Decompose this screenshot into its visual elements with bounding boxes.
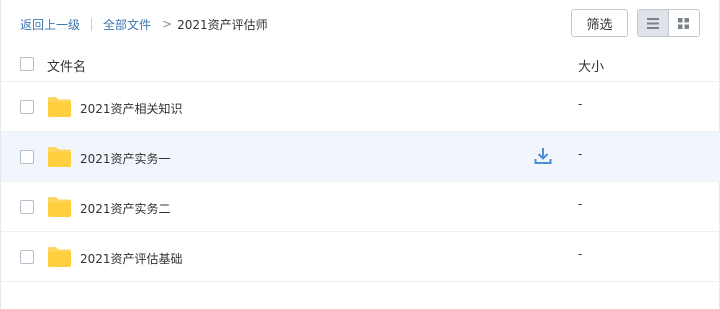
row-checkbox[interactable]: [20, 100, 34, 114]
back-link[interactable]: 返回上一级: [20, 16, 80, 33]
row-checkbox[interactable]: [20, 150, 34, 164]
column-header-name[interactable]: 文件名: [47, 56, 86, 75]
folder-icon: [48, 147, 71, 167]
folder-icon: [48, 197, 71, 217]
top-toolbar: 返回上一级 全部文件 > 2021资产评估师 筛选: [1, 0, 720, 48]
row-checkbox[interactable]: [20, 250, 34, 264]
breadcrumb-divider: [91, 17, 93, 31]
file-size: -: [578, 147, 583, 161]
file-name[interactable]: 2021资产实务一: [80, 150, 171, 167]
filter-button[interactable]: 筛选: [571, 9, 628, 37]
file-name[interactable]: 2021资产实务二: [80, 200, 171, 217]
grid-view-icon: [678, 17, 690, 29]
file-size: -: [578, 197, 583, 211]
file-browser: 返回上一级 全部文件 > 2021资产评估师 筛选 文件名 大小 2021资产相…: [0, 0, 720, 309]
chevron-right-icon: >: [162, 17, 173, 31]
file-name[interactable]: 2021资产相关知识: [80, 100, 183, 117]
breadcrumb: 返回上一级 全部文件 > 2021资产评估师: [20, 16, 268, 32]
file-size: -: [578, 97, 583, 111]
column-header-size[interactable]: 大小: [578, 56, 604, 75]
table-row[interactable]: 2021资产实务二 -: [1, 182, 720, 232]
folder-icon: [48, 97, 71, 117]
table-row[interactable]: 2021资产实务一 -: [1, 132, 720, 182]
select-all-checkbox[interactable]: [20, 57, 34, 71]
file-name[interactable]: 2021资产评估基础: [80, 250, 183, 267]
table-row[interactable]: 2021资产相关知识 -: [1, 82, 720, 132]
all-files-link[interactable]: 全部文件: [103, 16, 151, 33]
table-row[interactable]: 2021资产评估基础 -: [1, 232, 720, 282]
current-folder-label: 2021资产评估师: [177, 17, 268, 32]
download-icon[interactable]: [534, 147, 552, 165]
list-view-icon: [646, 17, 659, 29]
row-checkbox[interactable]: [20, 200, 34, 214]
view-toggle: [637, 9, 700, 37]
list-view-button[interactable]: [638, 10, 669, 36]
grid-view-button[interactable]: [668, 10, 699, 36]
file-size: -: [578, 247, 583, 261]
folder-icon: [48, 247, 71, 267]
table-header: 文件名 大小: [1, 48, 720, 82]
